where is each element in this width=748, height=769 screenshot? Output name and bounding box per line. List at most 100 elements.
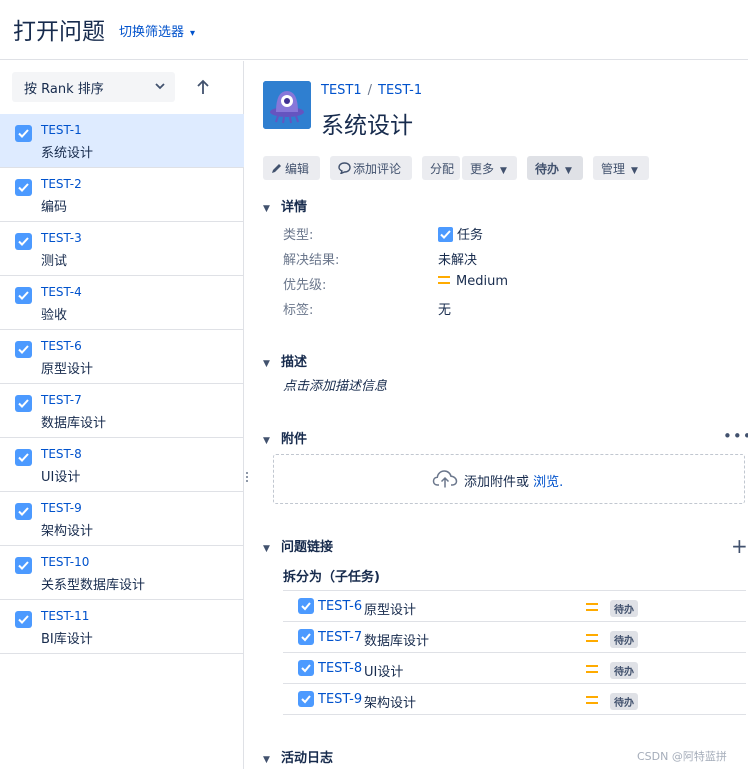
filter-switch-dropdown[interactable]: 切换筛选器 ▾	[119, 21, 195, 40]
sort-select-label: 按 Rank 排序	[24, 82, 104, 97]
chevron-down-icon: ▼	[500, 166, 507, 176]
issue-key[interactable]: TEST-3	[41, 231, 82, 245]
attachment-dropzone[interactable]: 添加附件或 浏览.	[273, 454, 745, 504]
subtask-summary[interactable]: 架构设计	[364, 692, 416, 711]
priority-medium-icon	[586, 696, 598, 704]
issue-list-item[interactable]: TEST-8 UI设计	[0, 438, 244, 492]
issue-key[interactable]: TEST-2	[41, 177, 82, 191]
chevron-down-icon: ▼	[263, 204, 270, 214]
more-button[interactable]: 更多 ▼	[462, 156, 517, 180]
subtask-summary[interactable]: UI设计	[364, 661, 403, 680]
issue-list-item[interactable]: TEST-10 关系型数据库设计	[0, 546, 244, 600]
issue-summary: 架构设计	[41, 524, 94, 539]
issue-list-item[interactable]: TEST-1 系统设计	[0, 114, 244, 168]
status-transition-button[interactable]: 待办 ▼	[527, 156, 583, 180]
type-value: 任务	[457, 228, 484, 243]
issue-detail: TEST1 / TEST-1 系统设计 编辑 添加评论 分配 更多 ▼ 待办 ▼ 管理 ▼…	[245, 61, 748, 769]
status-badge: 待办	[610, 693, 638, 710]
activity-section-toggle[interactable]: ▼ 活动日志	[263, 747, 333, 766]
linked-subtask-row[interactable]: TEST-7 数据库设计 待办	[283, 622, 746, 653]
breadcrumb-project-link[interactable]: TEST1	[321, 83, 362, 98]
issue-list-item[interactable]: TEST-4 验收	[0, 276, 244, 330]
field-priority: 优先级: Medium	[283, 271, 583, 296]
status-button-label: 待办	[535, 162, 560, 176]
priority-medium-icon	[438, 276, 450, 284]
issue-list-item[interactable]: TEST-7 数据库设计	[0, 384, 244, 438]
dropzone-text: 添加附件或 浏览.	[464, 471, 563, 490]
issue-key[interactable]: TEST-11	[41, 609, 89, 623]
issue-key[interactable]: TEST-4	[41, 285, 82, 299]
task-checkbox-icon	[15, 611, 32, 628]
task-checkbox-icon	[15, 233, 32, 250]
chevron-down-icon: ▼	[631, 166, 638, 176]
issue-summary: 验收	[41, 308, 68, 323]
linked-subtask-row[interactable]: TEST-6 原型设计 待办	[283, 591, 746, 622]
issue-links-heading: 问题链接	[281, 540, 334, 555]
subtask-key-link[interactable]: TEST-9	[318, 692, 362, 707]
description-placeholder[interactable]: 点击添加描述信息	[283, 375, 387, 394]
task-checkbox-icon	[15, 395, 32, 412]
chevron-down-icon: ▾	[190, 28, 196, 39]
add-link-plus-icon[interactable]: +	[731, 536, 748, 556]
subtask-summary[interactable]: 数据库设计	[364, 630, 429, 649]
subtask-key-link[interactable]: TEST-6	[318, 599, 362, 614]
issue-list-item[interactable]: TEST-11 BI库设计	[0, 600, 244, 654]
issue-key[interactable]: TEST-8	[41, 447, 82, 461]
browse-link[interactable]: 浏览.	[533, 475, 563, 490]
issue-summary: 编码	[41, 200, 68, 215]
admin-button[interactable]: 管理 ▼	[593, 156, 649, 180]
description-heading: 描述	[281, 355, 308, 370]
field-resolution: 解决结果: 未解决	[283, 246, 583, 271]
sort-select[interactable]: 按 Rank 排序	[12, 72, 175, 102]
details-section-toggle[interactable]: ▼ 详情	[263, 196, 307, 215]
chevron-down-icon: ▼	[565, 166, 572, 176]
issue-list-item[interactable]: TEST-2 编码	[0, 168, 244, 222]
priority-medium-icon	[586, 634, 598, 642]
add-comment-button[interactable]: 添加评论	[330, 156, 412, 180]
admin-button-label: 管理	[601, 162, 626, 176]
resolution-value: 未解决	[438, 253, 478, 268]
add-comment-label: 添加评论	[353, 162, 402, 176]
issue-title[interactable]: 系统设计	[321, 106, 413, 140]
breadcrumb-separator: /	[367, 83, 373, 98]
issue-list-item[interactable]: TEST-3 测试	[0, 222, 244, 276]
linked-subtask-row[interactable]: TEST-9 架构设计 待办	[283, 684, 746, 715]
sort-ascending-icon[interactable]	[196, 79, 210, 95]
priority-medium-icon	[586, 665, 598, 673]
issue-list-item[interactable]: TEST-9 架构设计	[0, 492, 244, 546]
linked-subtask-row[interactable]: TEST-8 UI设计 待办	[283, 653, 746, 684]
field-label: 解决结果:	[283, 253, 340, 268]
subtask-key-link[interactable]: TEST-7	[318, 630, 362, 645]
watermark: CSDN @阿特蓝拼	[637, 750, 727, 763]
status-badge: 待办	[610, 600, 638, 617]
chevron-down-icon: ▼	[263, 359, 270, 369]
subtask-summary[interactable]: 原型设计	[364, 599, 416, 618]
issue-links-section-toggle[interactable]: ▼ 问题链接	[263, 536, 333, 555]
comment-icon	[338, 162, 351, 175]
breadcrumb-issue-link[interactable]: TEST-1	[378, 83, 422, 98]
subtask-key-link[interactable]: TEST-8	[318, 661, 362, 676]
issue-key[interactable]: TEST-10	[41, 555, 89, 569]
chevron-down-icon: ▼	[263, 755, 270, 765]
attachments-section-toggle[interactable]: ▼ 附件	[263, 428, 307, 447]
attachments-heading: 附件	[281, 432, 308, 447]
task-checkbox-icon	[298, 660, 314, 676]
task-checkbox-icon	[15, 557, 32, 574]
description-section-toggle[interactable]: ▼ 描述	[263, 351, 307, 370]
edit-button-label: 编辑	[285, 162, 310, 176]
issue-summary: 测试	[41, 254, 68, 269]
details-fields: 类型: 任务 解决结果: 未解决 优先级: Medium 标签: 无	[283, 221, 583, 321]
issue-key[interactable]: TEST-1	[41, 123, 82, 137]
issue-list-item[interactable]: TEST-6 原型设计	[0, 330, 244, 384]
assign-button[interactable]: 分配	[422, 156, 460, 180]
edit-button[interactable]: 编辑	[263, 156, 320, 180]
more-button-label: 更多	[470, 162, 495, 176]
attachments-more-icon[interactable]: •••	[723, 427, 748, 445]
field-label: 类型:	[283, 228, 314, 243]
issue-summary: 数据库设计	[41, 416, 107, 431]
top-bar: 打开问题 切换筛选器 ▾	[0, 0, 748, 60]
task-checkbox-icon	[298, 598, 314, 614]
issue-key[interactable]: TEST-9	[41, 501, 82, 515]
issue-key[interactable]: TEST-7	[41, 393, 82, 407]
issue-key[interactable]: TEST-6	[41, 339, 82, 353]
